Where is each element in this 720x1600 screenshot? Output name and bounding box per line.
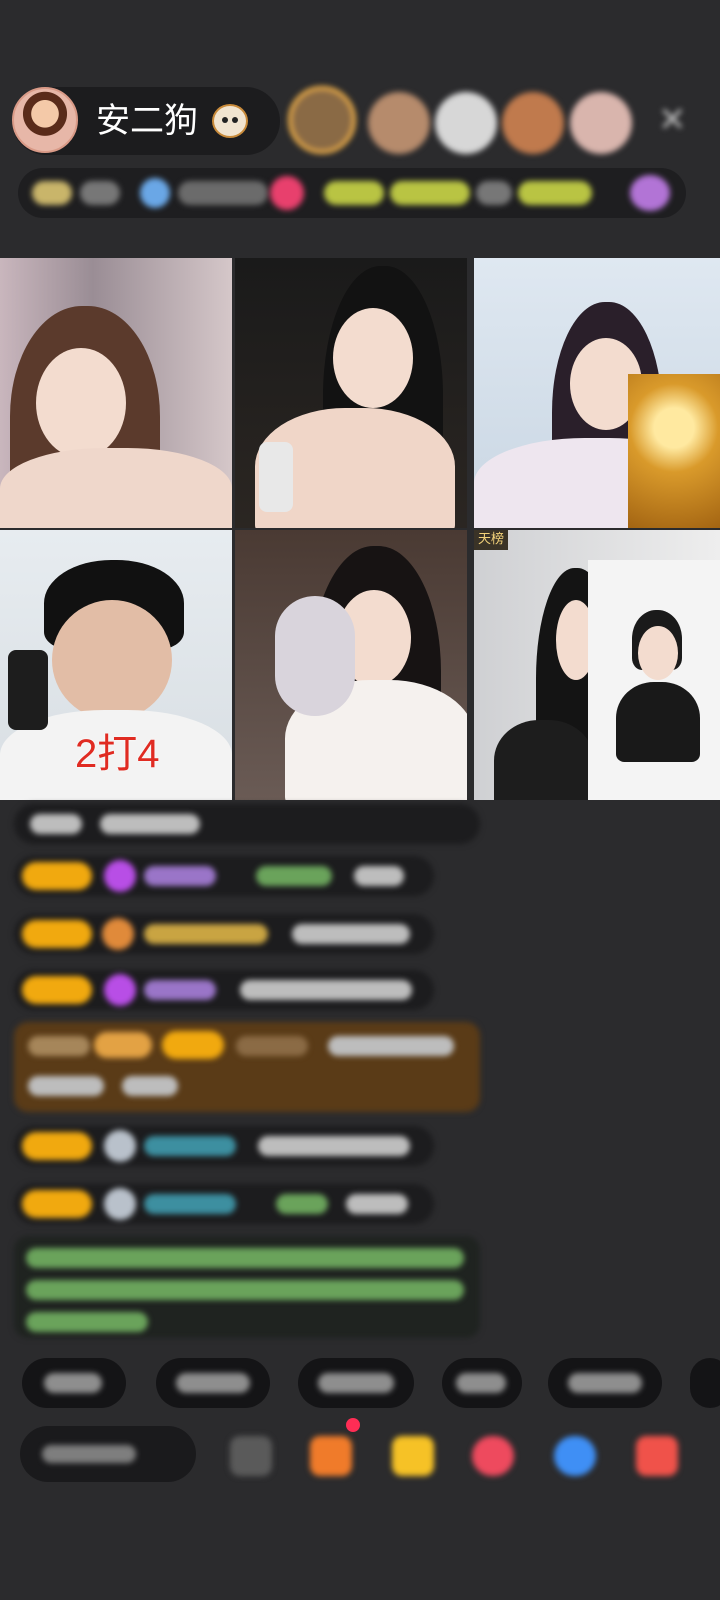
gem-icon — [104, 1130, 136, 1162]
gift-icon[interactable] — [140, 178, 170, 208]
match-score-overlay: 2打4 — [75, 732, 160, 776]
video-tile-5[interactable] — [235, 530, 467, 800]
guest-photo-card — [588, 560, 720, 800]
music-title-vertical — [250, 262, 262, 512]
quick-reply-label — [568, 1373, 642, 1393]
info-text — [178, 181, 268, 205]
gem-icon — [104, 1188, 136, 1220]
share-icon[interactable] — [554, 1436, 596, 1476]
quick-reply-label — [176, 1373, 250, 1393]
tag-text — [324, 181, 384, 205]
fan-badge — [22, 976, 92, 1004]
chat-text — [354, 866, 404, 886]
chat-message[interactable] — [14, 804, 480, 844]
announcement-text — [26, 1312, 148, 1332]
chat-text — [100, 814, 200, 834]
tag-text — [390, 181, 470, 205]
viewer-avatar[interactable] — [435, 92, 497, 154]
announcement-text — [26, 1248, 464, 1268]
viewer-avatar-top[interactable] — [288, 86, 356, 154]
chat-text — [346, 1194, 408, 1214]
tag-text — [518, 181, 592, 205]
quick-reply-label — [318, 1373, 394, 1393]
chat-text — [122, 1076, 178, 1096]
puppy-face-icon — [212, 104, 248, 138]
chat-username[interactable] — [144, 1194, 236, 1214]
emoji-icon[interactable] — [230, 1436, 272, 1476]
chat-text — [30, 814, 82, 834]
host-name: 安二狗 — [96, 101, 198, 141]
chat-username[interactable] — [144, 980, 216, 1000]
fan-badge — [22, 862, 92, 890]
chat-text — [28, 1036, 90, 1056]
level-badge — [94, 1032, 152, 1058]
viewer-avatar[interactable] — [502, 92, 564, 154]
comment-input-placeholder — [42, 1445, 136, 1463]
chat-username[interactable] — [144, 924, 268, 944]
quick-reply-label — [44, 1373, 102, 1393]
chat-text — [258, 1136, 410, 1156]
fan-badge — [22, 1190, 92, 1218]
host-avatar[interactable] — [12, 87, 78, 153]
quick-reply-chip[interactable] — [690, 1358, 720, 1408]
gift-box-icon[interactable] — [392, 1436, 434, 1476]
viewer-avatar[interactable] — [570, 92, 632, 154]
video-tile-1[interactable] — [0, 258, 232, 528]
fan-badge — [22, 920, 92, 948]
shopping-bag-icon[interactable] — [310, 1436, 352, 1476]
chat-text — [28, 1076, 104, 1096]
rank-text — [80, 181, 120, 205]
announcement-text — [26, 1280, 464, 1300]
chat-text — [276, 1194, 328, 1214]
heart-icon[interactable] — [630, 175, 670, 211]
red-packet-icon[interactable] — [472, 1436, 514, 1476]
fan-badge — [22, 1132, 92, 1160]
rank-tag[interactable]: 天榜 — [474, 530, 509, 550]
chat-text — [256, 866, 332, 886]
chat-username[interactable] — [144, 1136, 236, 1156]
tag-text — [476, 181, 512, 205]
gem-icon — [102, 918, 134, 950]
live-icon[interactable] — [270, 176, 304, 210]
chat-text — [240, 980, 412, 1000]
chat-text — [328, 1036, 454, 1056]
gem-icon — [104, 974, 136, 1006]
chat-username[interactable] — [236, 1036, 308, 1056]
gift-icon[interactable] — [636, 1436, 678, 1476]
notification-dot — [346, 1418, 360, 1432]
gem-icon — [104, 860, 136, 892]
close-icon[interactable]: ✕ — [658, 103, 687, 137]
chat-username[interactable] — [144, 866, 216, 886]
chat-text — [292, 924, 410, 944]
rank-badge[interactable] — [32, 181, 72, 205]
quick-reply-label — [456, 1373, 506, 1393]
wealth-god-card — [628, 374, 720, 528]
video-tile-2[interactable] — [235, 258, 467, 528]
fan-badge — [162, 1031, 224, 1059]
viewer-avatar[interactable] — [368, 92, 430, 154]
